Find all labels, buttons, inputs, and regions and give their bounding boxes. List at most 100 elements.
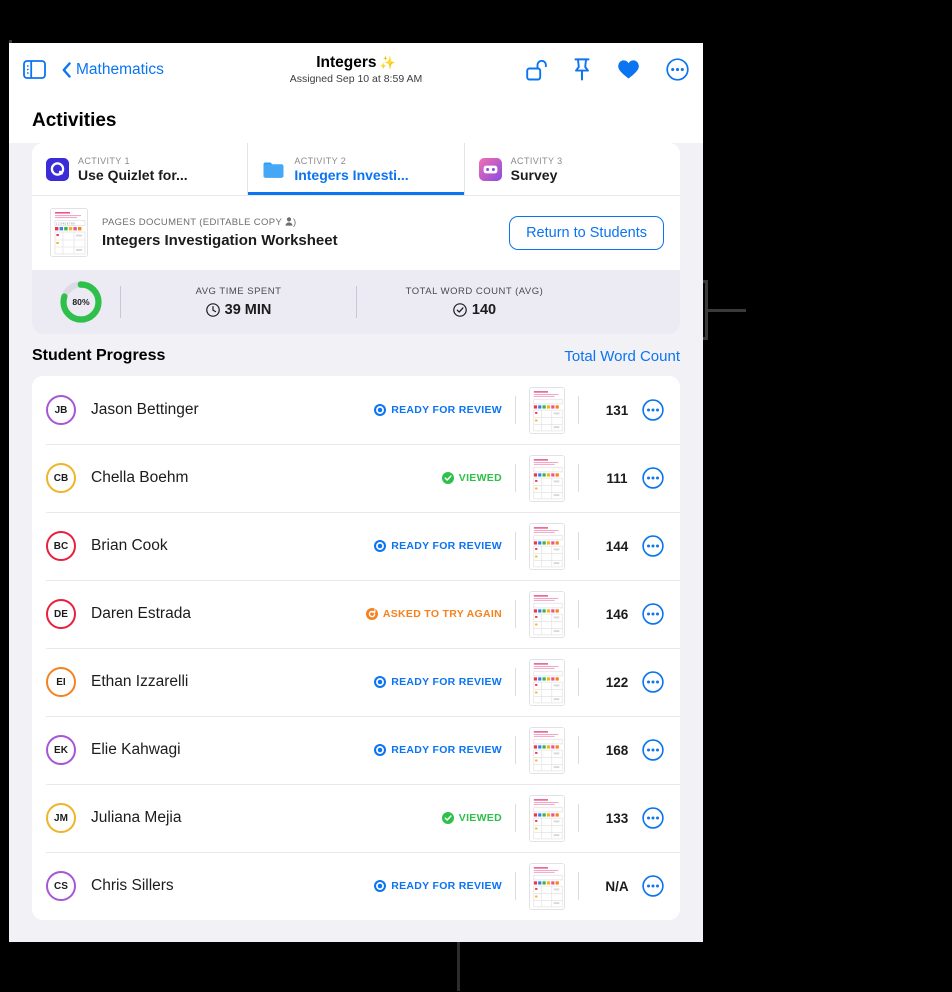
stat-word-count-value: 140 (471, 302, 497, 318)
tab-activity-3-kicker: ACTIVITY 3 (510, 156, 563, 166)
avatar: EI (46, 667, 76, 697)
status-badge-label: READY FOR REVIEW (391, 404, 502, 416)
row-more-options-icon[interactable] (642, 603, 664, 625)
tab-activity-2[interactable]: ACTIVITY 2 Integers Investi... (248, 143, 465, 195)
total-word-count-link[interactable]: Total Word Count (564, 348, 680, 365)
status-badge-label: READY FOR REVIEW (391, 744, 502, 756)
worksheet-preview-icon (530, 455, 564, 501)
worksheet-preview-icon (530, 863, 564, 909)
app-window: Mathematics Integers ✨ Assigned Sep 10 a… (9, 43, 703, 942)
tab-activity-2-kicker: ACTIVITY 2 (294, 156, 347, 166)
row-more-options-icon[interactable] (642, 807, 664, 829)
avatar-initials: JB (54, 404, 68, 416)
ready-circle-icon (374, 744, 387, 756)
status-badge: READY FOR REVIEW (374, 880, 502, 892)
student-work-thumbnail[interactable] (529, 658, 565, 706)
tab-activity-1[interactable]: ACTIVITY 1 Use Quizlet for... (32, 143, 249, 195)
word-count-value: 131 (605, 402, 629, 418)
document-kicker: PAGES DOCUMENT (EDITABLE COPY ) (102, 216, 495, 229)
back-button-label: Mathematics (76, 60, 164, 78)
status-badge: READY FOR REVIEW (374, 540, 502, 552)
top-navigation-bar: Mathematics Integers ✨ Assigned Sep 10 a… (9, 43, 703, 96)
row-divider-left (515, 600, 516, 628)
student-work-thumbnail[interactable] (529, 862, 565, 910)
table-row[interactable]: EI Ethan Izzarelli READY FOR REVIEW 122 (32, 648, 680, 716)
row-more-options-icon[interactable] (642, 671, 664, 693)
row-more-options-icon[interactable] (642, 739, 664, 761)
row-more-options-icon[interactable] (642, 535, 664, 557)
status-badge: READY FOR REVIEW (374, 744, 502, 756)
row-divider-right (578, 872, 579, 900)
table-row[interactable]: EK Elie Kahwagi READY FOR REVIEW 168 (32, 716, 680, 784)
avatar: EK (46, 735, 76, 765)
stat-avg-time-spent: AVG TIME SPENT 39 MIN (121, 285, 356, 319)
status-badge: READY FOR REVIEW (374, 676, 502, 688)
activity-card: ACTIVITY 1 Use Quizlet for... ACTIVITY 2… (32, 143, 680, 334)
tab-activity-1-text: ACTIVITY 1 Use Quizlet for... (78, 155, 188, 184)
ready-circle-icon (374, 404, 387, 416)
sidebar-toggle-icon[interactable] (23, 60, 46, 79)
nav-left-group: Mathematics (23, 60, 164, 79)
row-divider-right (578, 804, 579, 832)
status-badge-label: READY FOR REVIEW (391, 540, 502, 552)
return-to-students-button[interactable]: Return to Students (509, 215, 664, 250)
stat-avg-time-label: AVG TIME SPENT (195, 286, 282, 297)
student-work-thumbnail[interactable] (529, 726, 565, 774)
document-title: Integers Investigation Worksheet (102, 231, 338, 249)
worksheet-preview-icon (530, 523, 564, 569)
row-divider-left (515, 396, 516, 424)
word-count-value: N/A (605, 878, 629, 894)
row-divider-right (578, 532, 579, 560)
word-count-value: 111 (606, 470, 628, 486)
row-divider-left (515, 668, 516, 696)
worksheet-preview-icon (530, 795, 564, 841)
row-divider-left (515, 736, 516, 764)
student-progress-header: Student Progress Total Word Count (9, 334, 703, 376)
row-more-options-icon[interactable] (642, 399, 664, 421)
nav-actions (526, 58, 689, 81)
status-badge-label: VIEWED (458, 812, 502, 824)
activity-tabs: ACTIVITY 1 Use Quizlet for... ACTIVITY 2… (32, 143, 680, 195)
tab-activity-3[interactable]: ACTIVITY 3 Survey (465, 143, 680, 195)
stat-avg-time-value: 39 MIN (224, 302, 272, 318)
worksheet-preview-icon (530, 591, 564, 637)
student-work-thumbnail[interactable] (529, 590, 565, 638)
back-button[interactable]: Mathematics (62, 61, 164, 79)
student-work-thumbnail[interactable] (529, 386, 565, 434)
pin-icon[interactable] (573, 58, 591, 81)
worksheet-preview-icon: 1 2 3 4 5 6 7 8 9 (51, 209, 87, 256)
document-kicker-suffix: ) (292, 216, 297, 228)
page-body: ACTIVITY 1 Use Quizlet for... ACTIVITY 2… (9, 143, 703, 942)
table-row[interactable]: CS Chris Sillers READY FOR REVIEW N/A (32, 852, 680, 920)
student-work-thumbnail[interactable] (529, 454, 565, 502)
row-more-options-icon[interactable] (642, 467, 664, 489)
folder-icon (263, 162, 284, 178)
document-meta: PAGES DOCUMENT (EDITABLE COPY ) Integers… (102, 216, 495, 250)
quizlet-icon (46, 158, 69, 181)
document-thumbnail[interactable]: 1 2 3 4 5 6 7 8 9 (50, 208, 88, 257)
table-row[interactable]: JM Juliana Mejia VIEWED 133 (32, 784, 680, 852)
avatar-initials: EI (56, 676, 66, 688)
callout-line-right (706, 309, 746, 312)
student-progress-title: Student Progress (32, 347, 166, 364)
heart-icon[interactable] (617, 59, 640, 80)
row-more-options-icon[interactable] (642, 875, 664, 897)
row-divider-left (515, 804, 516, 832)
status-badge: VIEWED (441, 812, 502, 824)
unlock-icon[interactable] (526, 59, 547, 81)
viewed-check-icon (441, 472, 454, 484)
table-row[interactable]: JB Jason Bettinger READY FOR REVIEW 131 (32, 376, 680, 444)
table-row[interactable]: CB Chella Boehm VIEWED 111 (32, 444, 680, 512)
stat-word-count-label: TOTAL WORD COUNT (AVG) (405, 286, 544, 297)
student-work-thumbnail[interactable] (529, 794, 565, 842)
table-row[interactable]: BC Brian Cook READY FOR REVIEW 144 (32, 512, 680, 580)
student-name: Elie Kahwagi (91, 741, 181, 758)
more-options-icon[interactable] (666, 58, 689, 81)
status-badge-label: ASKED TO TRY AGAIN (382, 608, 502, 620)
student-name: Chella Boehm (91, 469, 189, 486)
tab-activity-1-kicker: ACTIVITY 1 (78, 156, 130, 166)
student-work-thumbnail[interactable] (529, 522, 565, 570)
tab-activity-2-label: Integers Investi... (294, 167, 409, 183)
table-row[interactable]: DE Daren Estrada ASKED TO TRY AGAIN 146 (32, 580, 680, 648)
word-count-value: 122 (605, 674, 629, 690)
